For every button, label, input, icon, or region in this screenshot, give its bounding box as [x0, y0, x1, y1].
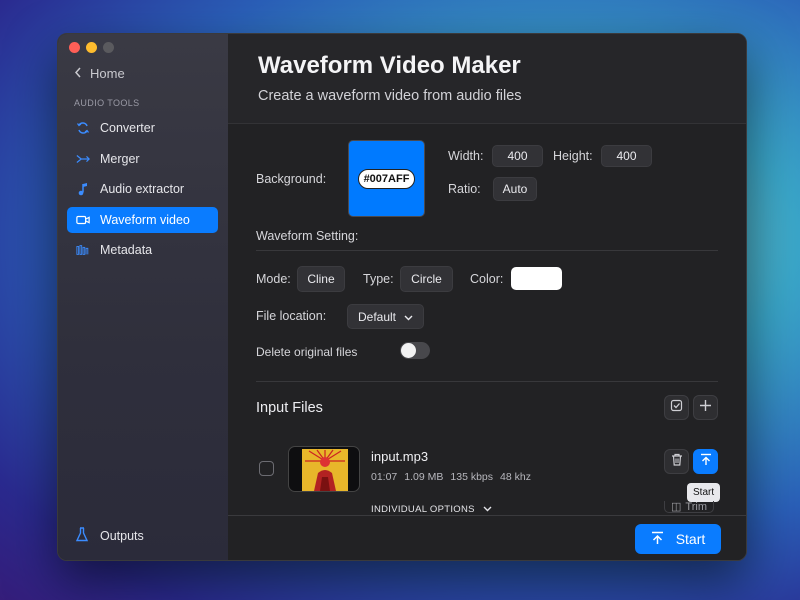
color-label: Color: — [470, 272, 504, 286]
page-header: Waveform Video Maker Create a waveform v… — [228, 34, 746, 124]
footer-bar: Start — [228, 515, 746, 560]
file-bitrate: 135 kbps — [450, 471, 494, 483]
mode-select[interactable]: Cline — [297, 266, 345, 292]
background-color-swatch[interactable]: #007AFF — [348, 140, 425, 217]
trash-icon — [671, 453, 683, 471]
sidebar-item-metadata[interactable]: Metadata — [67, 237, 218, 263]
app-window: Home AUDIO TOOLS Converter Merger Audio … — [57, 33, 747, 561]
ratio-label: Ratio: — [448, 182, 481, 196]
waveform-setting-label: Waveform Setting: — [256, 229, 359, 243]
individual-options-toggle[interactable]: INDIVIDUAL OPTIONS — [371, 504, 492, 515]
start-file-button[interactable] — [693, 449, 718, 474]
sidebar-item-label: Converter — [100, 121, 155, 135]
delete-original-toggle[interactable] — [400, 342, 430, 359]
file-location-select[interactable]: Default — [347, 304, 424, 329]
file-thumbnail — [288, 446, 360, 492]
file-checkbox[interactable] — [259, 461, 274, 476]
background-label: Background: — [256, 172, 327, 186]
trim-label: Trim — [685, 501, 707, 513]
height-label: Height: — [553, 149, 593, 163]
background-hex-label: #007AFF — [357, 168, 416, 189]
divider — [256, 250, 718, 251]
trim-icon: ◫ — [671, 501, 682, 513]
width-label: Width: — [448, 149, 484, 163]
upload-icon — [700, 453, 712, 471]
sidebar-item-label: Audio extractor — [100, 182, 185, 196]
video-camera-icon — [76, 213, 90, 227]
toggle-knob — [401, 343, 416, 358]
refresh-icon — [76, 121, 90, 135]
flask-icon — [75, 527, 89, 545]
page-subtitle: Create a waveform video from audio files — [258, 88, 522, 104]
start-button[interactable]: Start — [635, 524, 721, 554]
main-panel: Waveform Video Maker Create a waveform v… — [228, 34, 746, 560]
type-select[interactable]: Circle — [400, 266, 453, 292]
sidebar-item-merger[interactable]: Merger — [67, 146, 218, 172]
chevron-left-icon — [74, 66, 82, 81]
file-size: 1.09 MB — [404, 471, 444, 483]
type-label: Type: — [363, 272, 394, 286]
checklist-icon — [670, 399, 683, 417]
sidebar: Home AUDIO TOOLS Converter Merger Audio … — [58, 34, 228, 560]
chevron-down-icon — [404, 310, 413, 324]
sidebar-nav: Converter Merger Audio extractor Wavefor… — [67, 115, 218, 268]
ratio-select[interactable]: Auto — [493, 177, 537, 201]
file-duration: 01:07 — [371, 471, 398, 483]
height-input[interactable]: 400 — [601, 145, 652, 167]
width-input[interactable]: 400 — [492, 145, 543, 167]
waveform-color-swatch[interactable] — [511, 267, 562, 290]
file-sample-rate: 48 khz — [500, 471, 531, 483]
individual-options-label: INDIVIDUAL OPTIONS — [371, 504, 475, 515]
plus-icon — [699, 399, 712, 417]
delete-original-label: Delete original files — [256, 345, 358, 359]
outputs-label: Outputs — [100, 529, 144, 543]
delete-file-button[interactable] — [664, 449, 689, 474]
start-label: Start — [675, 531, 706, 547]
mode-label: Mode: — [256, 272, 291, 286]
zoom-window-button[interactable] — [103, 42, 114, 53]
divider — [256, 381, 718, 382]
add-file-button[interactable] — [693, 395, 718, 420]
file-name: input.mp3 — [371, 449, 429, 464]
sidebar-item-label: Waveform video — [100, 212, 190, 227]
sidebar-item-audio-extractor[interactable]: Audio extractor — [67, 176, 218, 202]
sidebar-item-label: Metadata — [100, 243, 153, 257]
page-title: Waveform Video Maker — [258, 52, 521, 79]
file-metadata: 01:07 1.09 MB 135 kbps 48 khz — [371, 471, 531, 483]
music-note-icon — [76, 182, 90, 196]
metadata-icon — [76, 243, 90, 257]
upload-icon — [651, 531, 664, 548]
sidebar-item-converter[interactable]: Converter — [67, 115, 218, 141]
traffic-lights — [69, 42, 114, 53]
sidebar-item-label: Merger — [100, 151, 140, 166]
sidebar-item-outputs[interactable]: Outputs — [75, 527, 144, 545]
file-location-label: File location: — [256, 309, 327, 323]
sidebar-item-waveform-video[interactable]: Waveform video — [67, 206, 218, 233]
select-all-button[interactable] — [664, 395, 689, 420]
file-location-value: Default — [357, 309, 397, 324]
minimize-window-button[interactable] — [86, 42, 97, 53]
input-files-heading: Input Files — [256, 400, 323, 416]
section-label: AUDIO TOOLS — [74, 98, 140, 108]
merge-icon — [76, 152, 90, 166]
start-tooltip: Start — [687, 483, 721, 502]
home-label: Home — [90, 66, 125, 81]
home-link[interactable]: Home — [74, 66, 125, 81]
close-window-button[interactable] — [69, 42, 80, 53]
chevron-down-icon — [483, 504, 492, 515]
trim-button[interactable]: ◫ Trim — [664, 501, 714, 513]
